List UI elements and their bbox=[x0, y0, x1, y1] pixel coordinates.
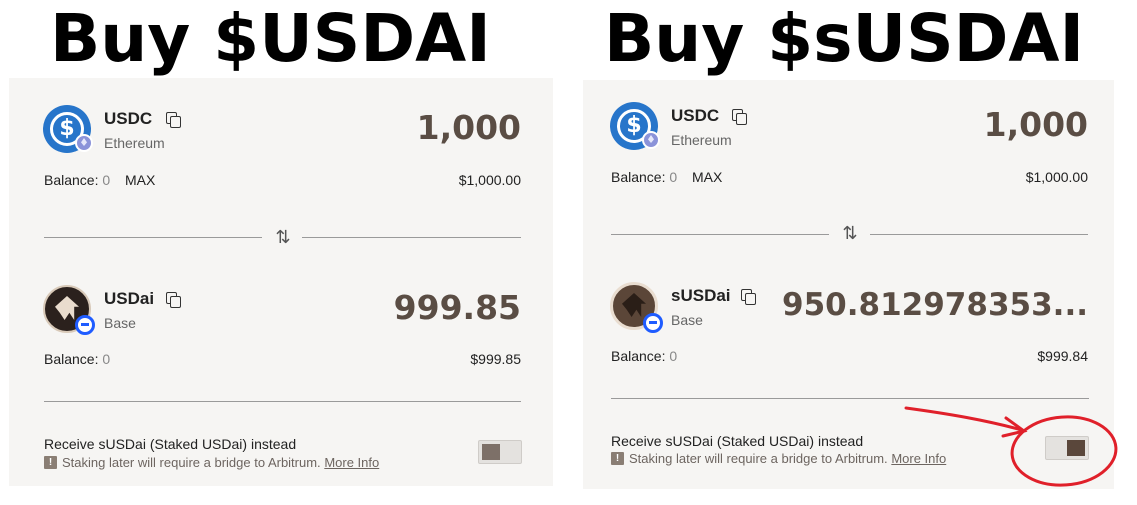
to-amount: 950.812978353... bbox=[782, 287, 1088, 323]
swap-panel-right: $ USDC Ethereum 1,000 Balance: 0 MAX $1,… bbox=[583, 80, 1114, 489]
to-token-symbol: USDai bbox=[104, 289, 155, 308]
to-balance: Balance: 0 bbox=[44, 351, 110, 367]
to-amount: 999.85 bbox=[393, 288, 521, 327]
max-button[interactable]: MAX bbox=[125, 172, 155, 188]
to-balance: Balance: 0 bbox=[611, 348, 677, 364]
usdc-token-icon: $ bbox=[43, 105, 93, 153]
balance-label: Balance: bbox=[44, 351, 99, 367]
to-token-chain: Base bbox=[671, 312, 703, 328]
copy-icon[interactable] bbox=[166, 112, 181, 128]
from-token-chain: Ethereum bbox=[104, 135, 165, 151]
warning-icon: ! bbox=[611, 452, 624, 465]
warning-message: Staking later will require a bridge to A… bbox=[629, 451, 946, 466]
warning-icon: ! bbox=[44, 456, 57, 469]
more-info-link[interactable]: More Info bbox=[324, 455, 379, 470]
base-badge-icon bbox=[643, 313, 663, 333]
balance-value: 0 bbox=[669, 169, 678, 185]
divider bbox=[611, 234, 829, 235]
receive-susdai-label: Receive sUSDai (Staked USDai) instead bbox=[611, 433, 864, 449]
swap-panel-left: $ USDC Ethereum 1,000 Balance: 0 MAX $1,… bbox=[9, 78, 553, 486]
balance-value: 0 bbox=[669, 348, 678, 364]
warning-text: Staking later will require a bridge to A… bbox=[629, 451, 888, 466]
to-token-symbol: sUSDai bbox=[671, 286, 731, 305]
to-usd-value: $999.84 bbox=[1037, 348, 1088, 364]
ethereum-badge-icon bbox=[75, 134, 93, 152]
divider bbox=[44, 401, 521, 402]
swap-arrows-icon[interactable]: ⇅ bbox=[841, 225, 859, 243]
susdai-token-icon bbox=[610, 282, 663, 333]
max-button[interactable]: MAX bbox=[692, 169, 722, 185]
to-usd-value: $999.85 bbox=[470, 351, 521, 367]
receive-susdai-toggle[interactable] bbox=[478, 440, 522, 464]
divider bbox=[611, 398, 1089, 399]
from-balance: Balance: 0 bbox=[611, 169, 677, 185]
to-token-chain: Base bbox=[104, 315, 136, 331]
swap-arrows-icon[interactable]: ⇅ bbox=[274, 229, 292, 247]
balance-label: Balance: bbox=[44, 172, 99, 188]
balance-label: Balance: bbox=[611, 348, 666, 364]
balance-label: Balance: bbox=[611, 169, 666, 185]
divider bbox=[44, 237, 262, 238]
from-token-chain: Ethereum bbox=[671, 132, 732, 148]
ethereum-badge-icon bbox=[642, 131, 660, 149]
from-amount-input[interactable]: 1,000 bbox=[984, 105, 1088, 144]
copy-icon[interactable] bbox=[166, 292, 181, 308]
from-usd-value: $1,000.00 bbox=[1025, 169, 1088, 185]
more-info-link[interactable]: More Info bbox=[891, 451, 946, 466]
from-usd-value: $1,000.00 bbox=[458, 172, 521, 188]
warning-text: Staking later will require a bridge to A… bbox=[62, 455, 321, 470]
copy-icon[interactable] bbox=[741, 289, 756, 305]
heading-buy-usdai: Buy $USDAI bbox=[50, 0, 491, 77]
usdc-token-icon: $ bbox=[610, 102, 660, 150]
divider bbox=[870, 234, 1088, 235]
divider bbox=[302, 237, 521, 238]
from-balance: Balance: 0 bbox=[44, 172, 110, 188]
base-badge-icon bbox=[75, 315, 95, 335]
from-token-symbol: USDC bbox=[104, 109, 153, 128]
warning-message: Staking later will require a bridge to A… bbox=[62, 455, 379, 470]
heading-buy-susdai: Buy $sUSDAI bbox=[604, 0, 1085, 77]
from-token-symbol: USDC bbox=[671, 106, 720, 125]
balance-value: 0 bbox=[102, 172, 111, 188]
usdai-token-icon bbox=[43, 285, 95, 335]
receive-susdai-label: Receive sUSDai (Staked USDai) instead bbox=[44, 436, 297, 452]
from-amount-input[interactable]: 1,000 bbox=[417, 108, 521, 147]
copy-icon[interactable] bbox=[732, 109, 747, 125]
receive-susdai-toggle[interactable] bbox=[1045, 436, 1089, 460]
balance-value: 0 bbox=[102, 351, 111, 367]
